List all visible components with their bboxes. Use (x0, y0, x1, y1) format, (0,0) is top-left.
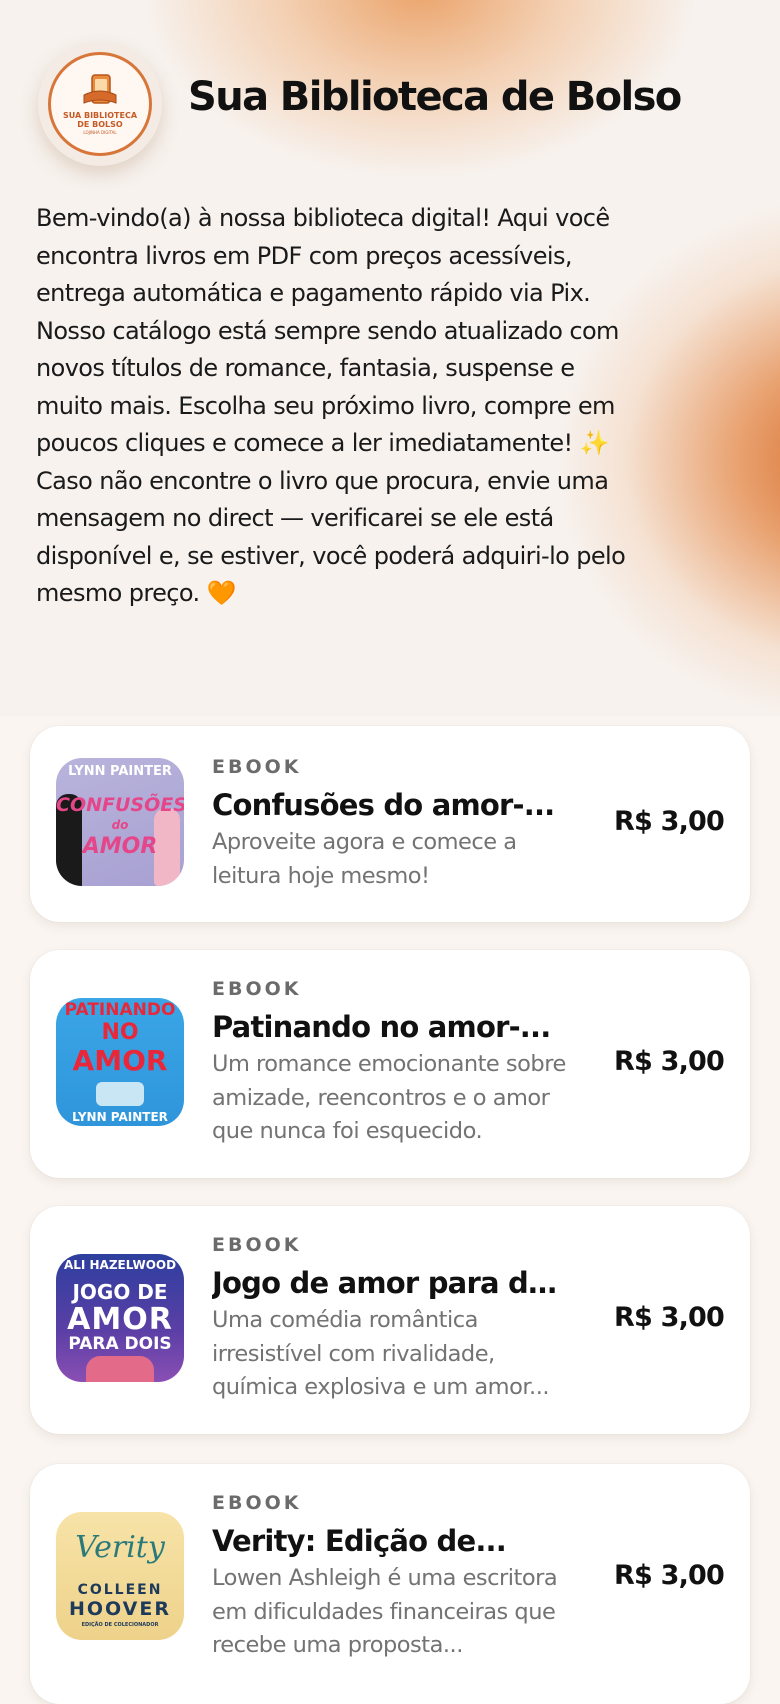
cover-line-1: JOGO DE (72, 1280, 168, 1304)
logo-subtext: LOJINHA DIGITAL (83, 130, 117, 135)
book-cover[interactable]: LYNN PAINTER CONFUSÕES do AMOR (56, 758, 184, 886)
logo-text: SUA BIBLIOTECA DE BOLSO (62, 111, 138, 129)
cover-line-3: AMOR (82, 834, 158, 859)
book-cover[interactable]: Verity COLLEEN HOOVER EDIÇÃO DE COLECION… (56, 1512, 184, 1640)
hero-section: SUA BIBLIOTECA DE BOLSO LOJINHA DIGITAL … (0, 0, 780, 716)
logo-badge: SUA BIBLIOTECA DE BOLSO LOJINHA DIGITAL (48, 52, 152, 156)
cover-line-2: NO (101, 1020, 139, 1045)
cover-line-1: CONFUSÕES (56, 794, 184, 816)
product-title[interactable]: Confusões do amor-... (212, 788, 572, 822)
product-price: R$ 3,00 (614, 806, 725, 837)
product-kicker: EBOOK (212, 1492, 302, 1514)
intro-text: Bem-vindo(a) à nossa biblioteca digital!… (36, 204, 626, 607)
cover-illustration (96, 1082, 144, 1106)
store-logo[interactable]: SUA BIBLIOTECA DE BOLSO LOJINHA DIGITAL (38, 42, 162, 166)
cover-author: LYNN PAINTER (68, 764, 172, 779)
cover-line-3: AMOR (72, 1044, 168, 1077)
book-cover[interactable]: ALI HAZELWOOD JOGO DE AMOR PARA DOIS (56, 1254, 184, 1382)
product-price: R$ 3,00 (614, 1046, 725, 1077)
product-kicker: EBOOK (212, 978, 302, 1000)
product-price: R$ 3,00 (614, 1302, 725, 1333)
book-phone-icon (83, 74, 117, 104)
cover-line-3: PARA DOIS (68, 1334, 172, 1354)
product-title[interactable]: Patinando no amor-... (212, 1010, 572, 1044)
cover-line-2: AMOR (67, 1302, 173, 1337)
cover-line-1: PATINANDO (64, 1000, 176, 1020)
cover-line-1: Verity (75, 1530, 165, 1565)
product-card[interactable]: Verity COLLEEN HOOVER EDIÇÃO DE COLECION… (30, 1464, 750, 1704)
product-title[interactable]: Jogo de amor para doi... (212, 1266, 572, 1300)
product-card[interactable]: LYNN PAINTER CONFUSÕES do AMOR EBOOK Con… (30, 726, 750, 922)
product-kicker: EBOOK (212, 756, 302, 778)
cover-line-2: COLLEEN (77, 1582, 163, 1598)
product-description: Uma comédia romântica irresistível com r… (212, 1307, 550, 1400)
cover-author: EDIÇÃO DE COLECIONADOR (81, 1622, 159, 1628)
cover-author: LYNN PAINTER (72, 1110, 168, 1124)
page-title: Sua Biblioteca de Bolso (188, 74, 682, 120)
cover-line-3: HOOVER (68, 1598, 171, 1620)
product-card[interactable]: PATINANDO NO AMOR LYNN PAINTER EBOOK Pat… (30, 950, 750, 1178)
product-card[interactable]: ALI HAZELWOOD JOGO DE AMOR PARA DOIS EBO… (30, 1206, 750, 1434)
cover-author: ALI HAZELWOOD (63, 1258, 177, 1272)
book-cover[interactable]: PATINANDO NO AMOR LYNN PAINTER (56, 998, 184, 1126)
cover-line-2: do (111, 818, 129, 832)
product-description: Um romance emocionante sobre amizade, re… (212, 1051, 566, 1144)
product-description: Lowen Ashleigh é uma escritora em dificu… (212, 1565, 558, 1658)
product-price: R$ 3,00 (614, 1560, 725, 1591)
product-kicker: EBOOK (212, 1234, 302, 1256)
cover-illustration (86, 1356, 154, 1382)
product-title[interactable]: Verity: Edição de... (212, 1524, 572, 1558)
product-description: Aproveite agora e comece a leitura hoje … (212, 829, 517, 889)
